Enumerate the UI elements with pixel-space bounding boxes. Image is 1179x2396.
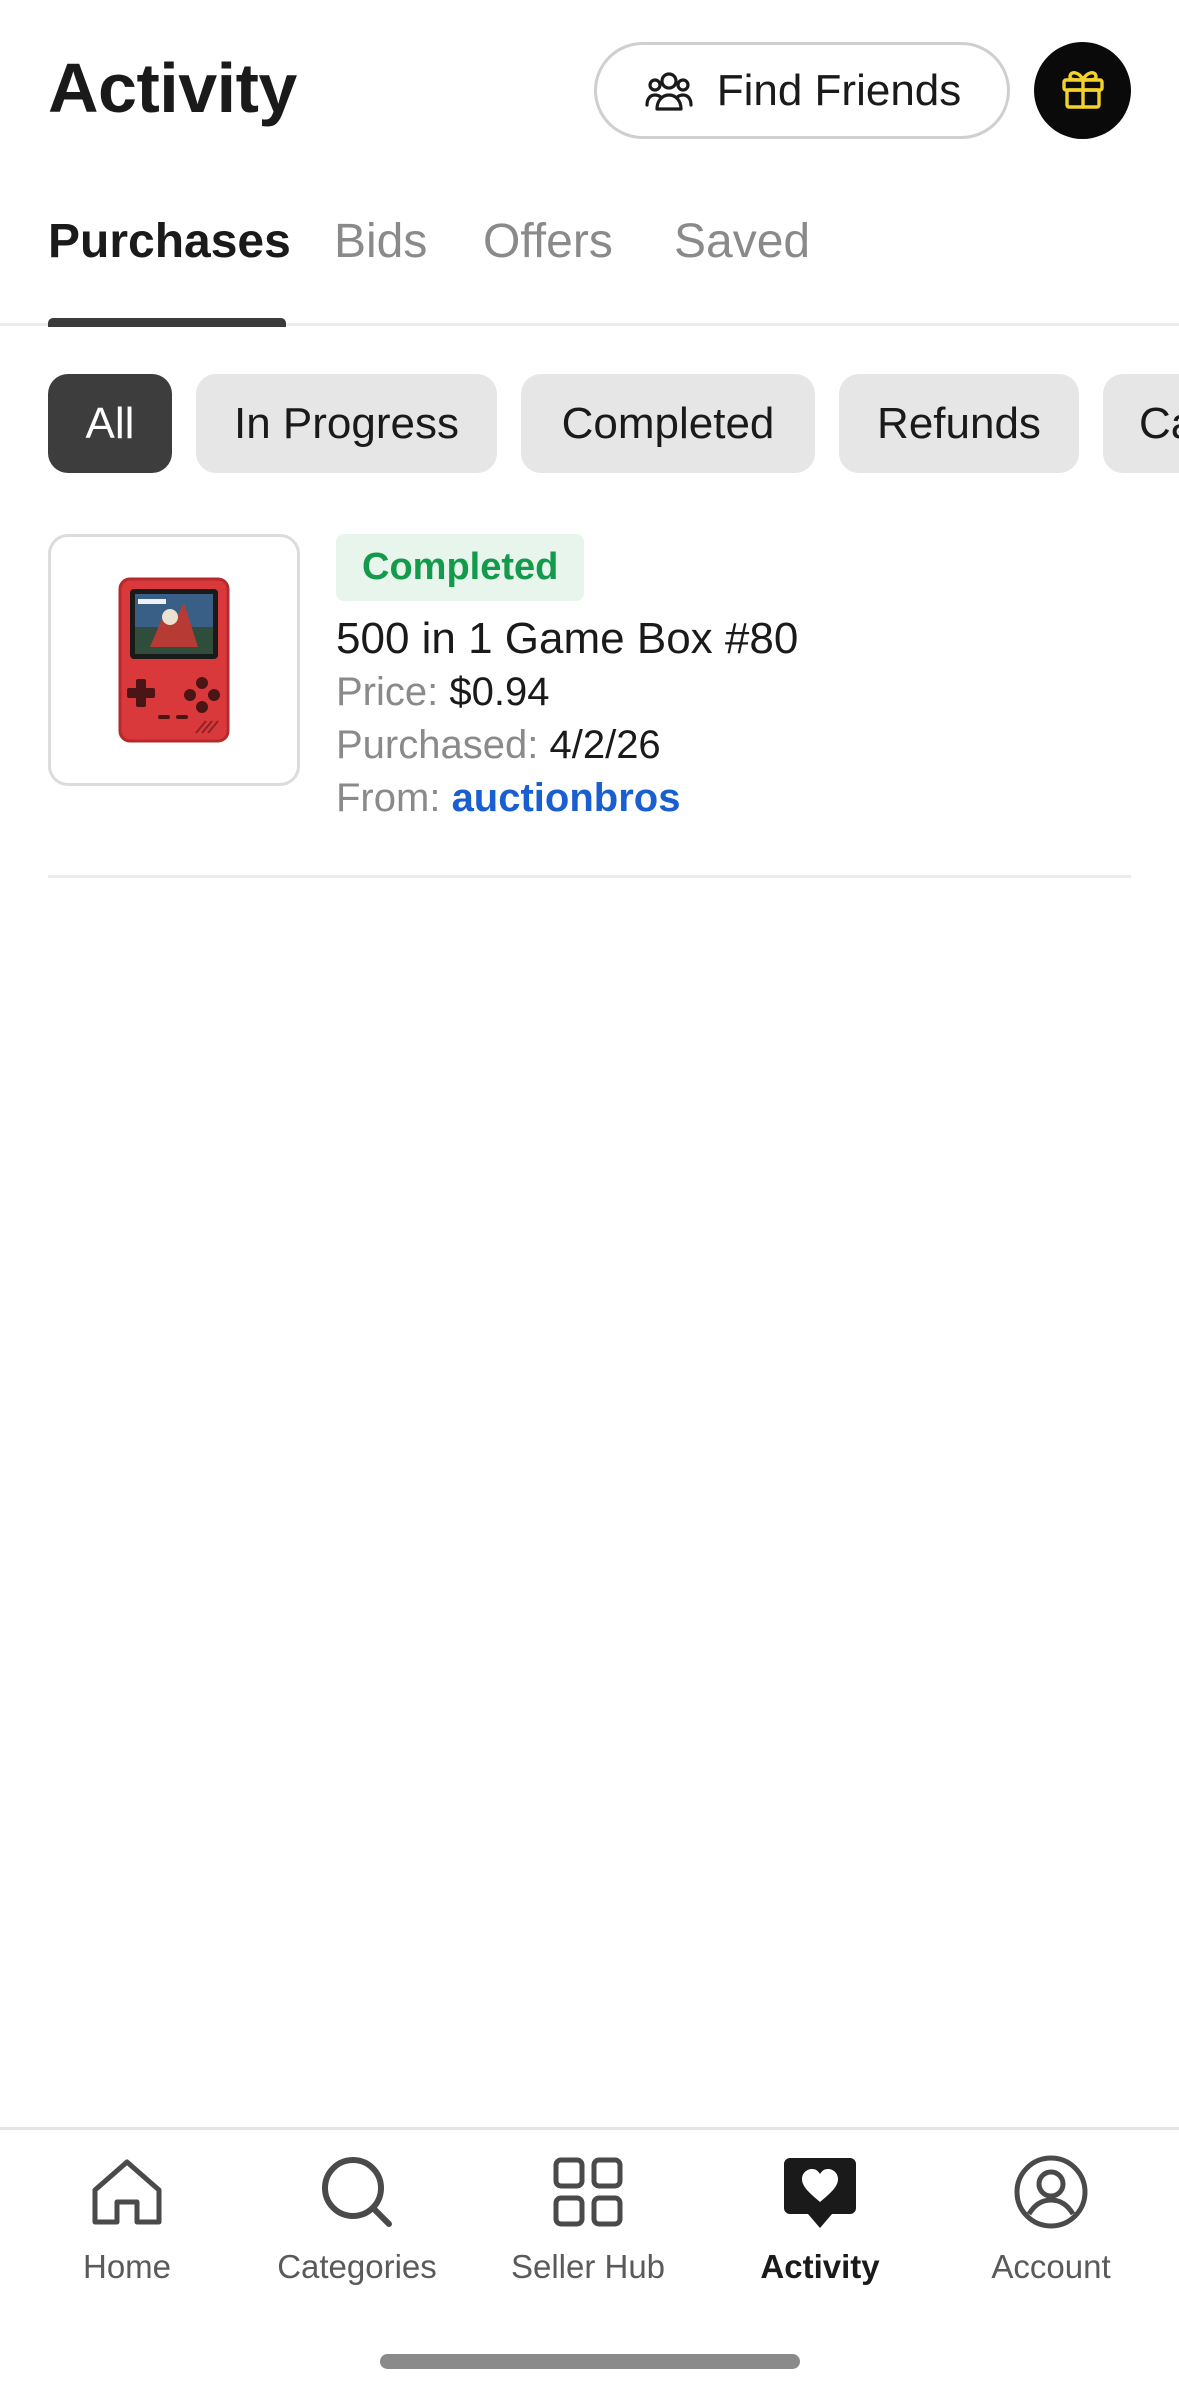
nav-home[interactable]: Home xyxy=(27,2152,227,2302)
filter-chip-in-progress[interactable]: In Progress xyxy=(196,374,497,473)
purchased-date: 4/2/26 xyxy=(549,723,661,767)
item-seller-row: From: auctionbros xyxy=(336,776,680,821)
purchased-label: Purchased: xyxy=(336,723,539,767)
account-icon xyxy=(1014,2155,1088,2229)
home-icon xyxy=(92,2159,162,2225)
handheld-game-console-image xyxy=(118,577,230,743)
nav-account-label: Account xyxy=(991,2248,1111,2285)
filter-chips: All In Progress Completed Refunds Ca xyxy=(0,374,1179,474)
purchase-list-item[interactable]: Completed 500 in 1 Game Box #80 Price: $… xyxy=(48,534,1131,878)
grid-icon xyxy=(553,2157,623,2227)
activity-screen: Activity Find Friends Purchases Bids Off… xyxy=(0,0,1179,2396)
from-label: From: xyxy=(336,776,441,820)
tab-purchases[interactable]: Purchases xyxy=(48,214,291,269)
filter-chip-completed[interactable]: Completed xyxy=(521,374,815,473)
tab-offers[interactable]: Offers xyxy=(483,214,613,269)
tab-bids[interactable]: Bids xyxy=(334,214,427,269)
active-tab-indicator xyxy=(48,318,286,327)
find-friends-button[interactable]: Find Friends xyxy=(594,42,1010,139)
find-friends-label: Find Friends xyxy=(716,65,962,115)
home-indicator[interactable] xyxy=(380,2354,800,2369)
nav-categories[interactable]: Categories xyxy=(257,2152,457,2302)
status-badge: Completed xyxy=(336,534,585,601)
item-price-row: Price: $0.94 xyxy=(336,670,549,715)
price-label: Price: xyxy=(336,670,439,714)
filter-chip-refunds[interactable]: Refunds xyxy=(839,374,1079,473)
page-title: Activity xyxy=(48,49,297,127)
nav-seller-hub[interactable]: Seller Hub xyxy=(488,2152,688,2302)
seller-link[interactable]: auctionbros xyxy=(452,776,681,820)
gift-icon xyxy=(1058,63,1108,118)
activity-tabs: Purchases Bids Offers Saved xyxy=(0,200,1179,327)
filter-chip-all[interactable]: All xyxy=(48,374,172,473)
nav-account[interactable]: Account xyxy=(951,2152,1151,2302)
price-value: $0.94 xyxy=(449,670,550,714)
nav-activity[interactable]: Activity xyxy=(720,2152,920,2302)
nav-categories-label: Categories xyxy=(277,2248,437,2285)
item-title[interactable]: 500 in 1 Game Box #80 xyxy=(336,614,798,664)
item-purchased-row: Purchased: 4/2/26 xyxy=(336,723,661,768)
filter-chip-cancelled[interactable]: Ca xyxy=(1103,374,1179,473)
people-icon xyxy=(643,65,695,117)
tab-saved[interactable]: Saved xyxy=(674,214,810,269)
nav-seller-hub-label: Seller Hub xyxy=(510,2248,666,2285)
nav-home-label: Home xyxy=(82,2248,172,2285)
heart-chat-icon xyxy=(784,2158,856,2228)
header: Activity Find Friends xyxy=(0,0,1179,185)
nav-activity-label: Activity xyxy=(760,2248,880,2285)
item-thumbnail[interactable] xyxy=(48,534,300,786)
search-icon xyxy=(322,2157,392,2227)
gift-button[interactable] xyxy=(1034,42,1131,139)
